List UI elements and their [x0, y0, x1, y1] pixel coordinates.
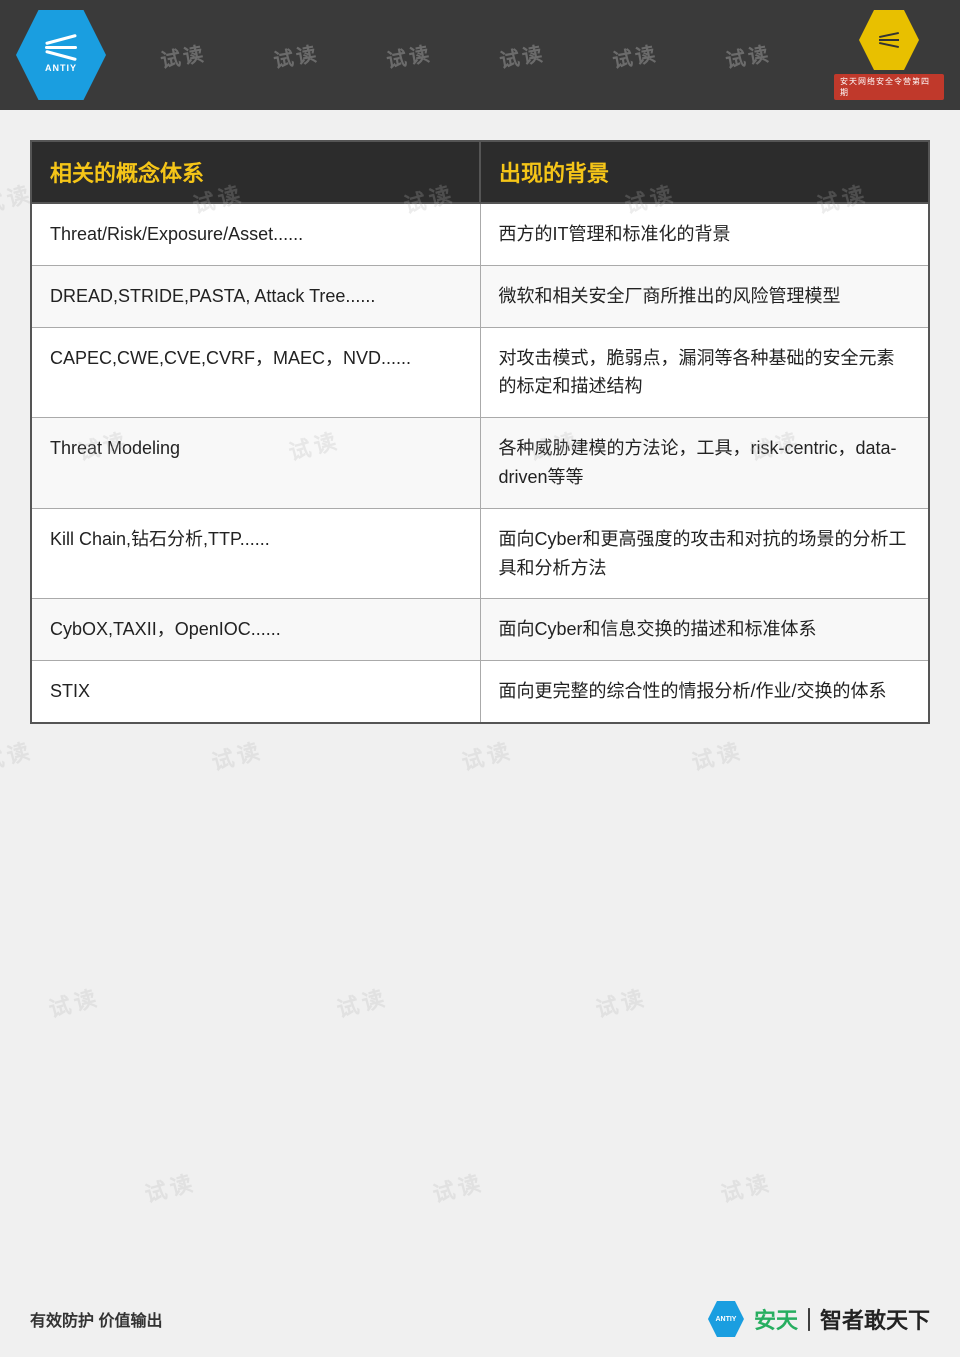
concept-table: 相关的概念体系 出现的背景 Threat/Risk/Exposure/Asset…: [30, 140, 930, 724]
table-cell-col2-6: 面向更完整的综合性的情报分析/作业/交换的体系: [480, 661, 929, 723]
table-cell-col2-3: 各种威胁建模的方法论，工具，risk-centric，data-driven等等: [480, 418, 929, 509]
footer: 有效防护 价值输出 ANTIY 安天｜智者敢天下: [0, 1301, 960, 1337]
wm-15: 试读: [333, 980, 392, 1024]
table-row: Kill Chain,钻石分析,TTP......面向Cyber和更高强度的攻击…: [31, 508, 929, 599]
footer-logo-container: ANTIY 安天｜智者敢天下: [708, 1301, 930, 1337]
footer-brand-sub: 智者敢天下: [820, 1308, 930, 1333]
header-wm-2: 试读: [270, 37, 320, 74]
table-row: STIX面向更完整的综合性的情报分析/作业/交换的体系: [31, 661, 929, 723]
table-cell-col1-5: CybOX,TAXII，OpenIOC......: [31, 599, 480, 661]
table-cell-col2-4: 面向Cyber和更高强度的攻击和对抗的场景的分析工具和分析方法: [480, 508, 929, 599]
table-row: CybOX,TAXII，OpenIOC......面向Cyber和信息交换的描述…: [31, 599, 929, 661]
logo-lines: [45, 38, 77, 57]
logo-text: ANTIY: [45, 63, 77, 73]
header-watermarks: 试读 试读 试读 试读 试读 试读: [106, 41, 824, 70]
col1-header: 相关的概念体系: [31, 141, 480, 203]
footer-hex-logo: ANTIY: [708, 1301, 744, 1337]
logo-line-3: [45, 49, 77, 60]
table-cell-col2-0: 西方的IT管理和标准化的背景: [480, 203, 929, 265]
wm-19: 试读: [717, 1165, 776, 1209]
table-cell-col2-5: 面向Cyber和信息交换的描述和标准体系: [480, 599, 929, 661]
table-cell-col1-1: DREAD,STRIDE,PASTA, Attack Tree......: [31, 265, 480, 327]
wm-13: 试读: [688, 732, 747, 776]
header-wm-3: 试读: [383, 37, 433, 74]
table-row: DREAD,STRIDE,PASTA, Attack Tree......微软和…: [31, 265, 929, 327]
table-cell-col2-1: 微软和相关安全厂商所推出的风险管理模型: [480, 265, 929, 327]
main-content: 相关的概念体系 出现的背景 Threat/Risk/Exposure/Asset…: [30, 140, 930, 724]
col2-header: 出现的背景: [480, 141, 929, 203]
logo-line-1: [45, 33, 77, 44]
header-wm-1: 试读: [157, 37, 207, 74]
wm-11: 试读: [208, 732, 267, 776]
table-cell-col2-2: 对攻击模式，脆弱点，漏洞等各种基础的安全元素的标定和描述结构: [480, 327, 929, 418]
table-cell-col1-3: Threat Modeling: [31, 418, 480, 509]
table-cell-col1-2: CAPEC,CWE,CVE,CVRF，MAEC，NVD......: [31, 327, 480, 418]
antiy-badge: 安天网络安全令营第四期: [834, 74, 944, 100]
header-wm-4: 试读: [496, 37, 546, 74]
header-wm-5: 试读: [609, 37, 659, 74]
footer-brand-name: 安天｜智者敢天下: [754, 1303, 930, 1335]
header: ANTIY 试读 试读 试读 试读 试读 试读 安天网络安全令营第四期: [0, 0, 960, 110]
wm-12: 试读: [458, 732, 517, 776]
wm-16: 试读: [592, 980, 651, 1024]
footer-tagline: 有效防护 价值输出: [30, 1307, 162, 1331]
header-logo-area: 安天网络安全令营第四期: [834, 25, 944, 85]
logo: ANTIY: [16, 10, 106, 100]
wm-10: 试读: [0, 732, 36, 776]
table-cell-col1-6: STIX: [31, 661, 480, 723]
header-wm-6: 试读: [722, 37, 772, 74]
table-row: Threat/Risk/Exposure/Asset......西方的IT管理和…: [31, 203, 929, 265]
table-row: CAPEC,CWE,CVE,CVRF，MAEC，NVD......对攻击模式，脆…: [31, 327, 929, 418]
table-row: Threat Modeling各种威胁建模的方法论，工具，risk-centri…: [31, 418, 929, 509]
table-cell-col1-4: Kill Chain,钻石分析,TTP......: [31, 508, 480, 599]
footer-logo: ANTIY 安天｜智者敢天下: [708, 1301, 930, 1337]
footer-brand-green: 安天: [754, 1308, 798, 1333]
wm-14: 试读: [45, 980, 104, 1024]
wm-18: 试读: [429, 1165, 488, 1209]
footer-logo-inner-text: ANTIY: [715, 1316, 736, 1323]
table-cell-col1-0: Threat/Risk/Exposure/Asset......: [31, 203, 480, 265]
wm-17: 试读: [141, 1165, 200, 1209]
logo-line-2: [45, 46, 77, 49]
header-right: 安天网络安全令营第四期: [824, 25, 944, 85]
